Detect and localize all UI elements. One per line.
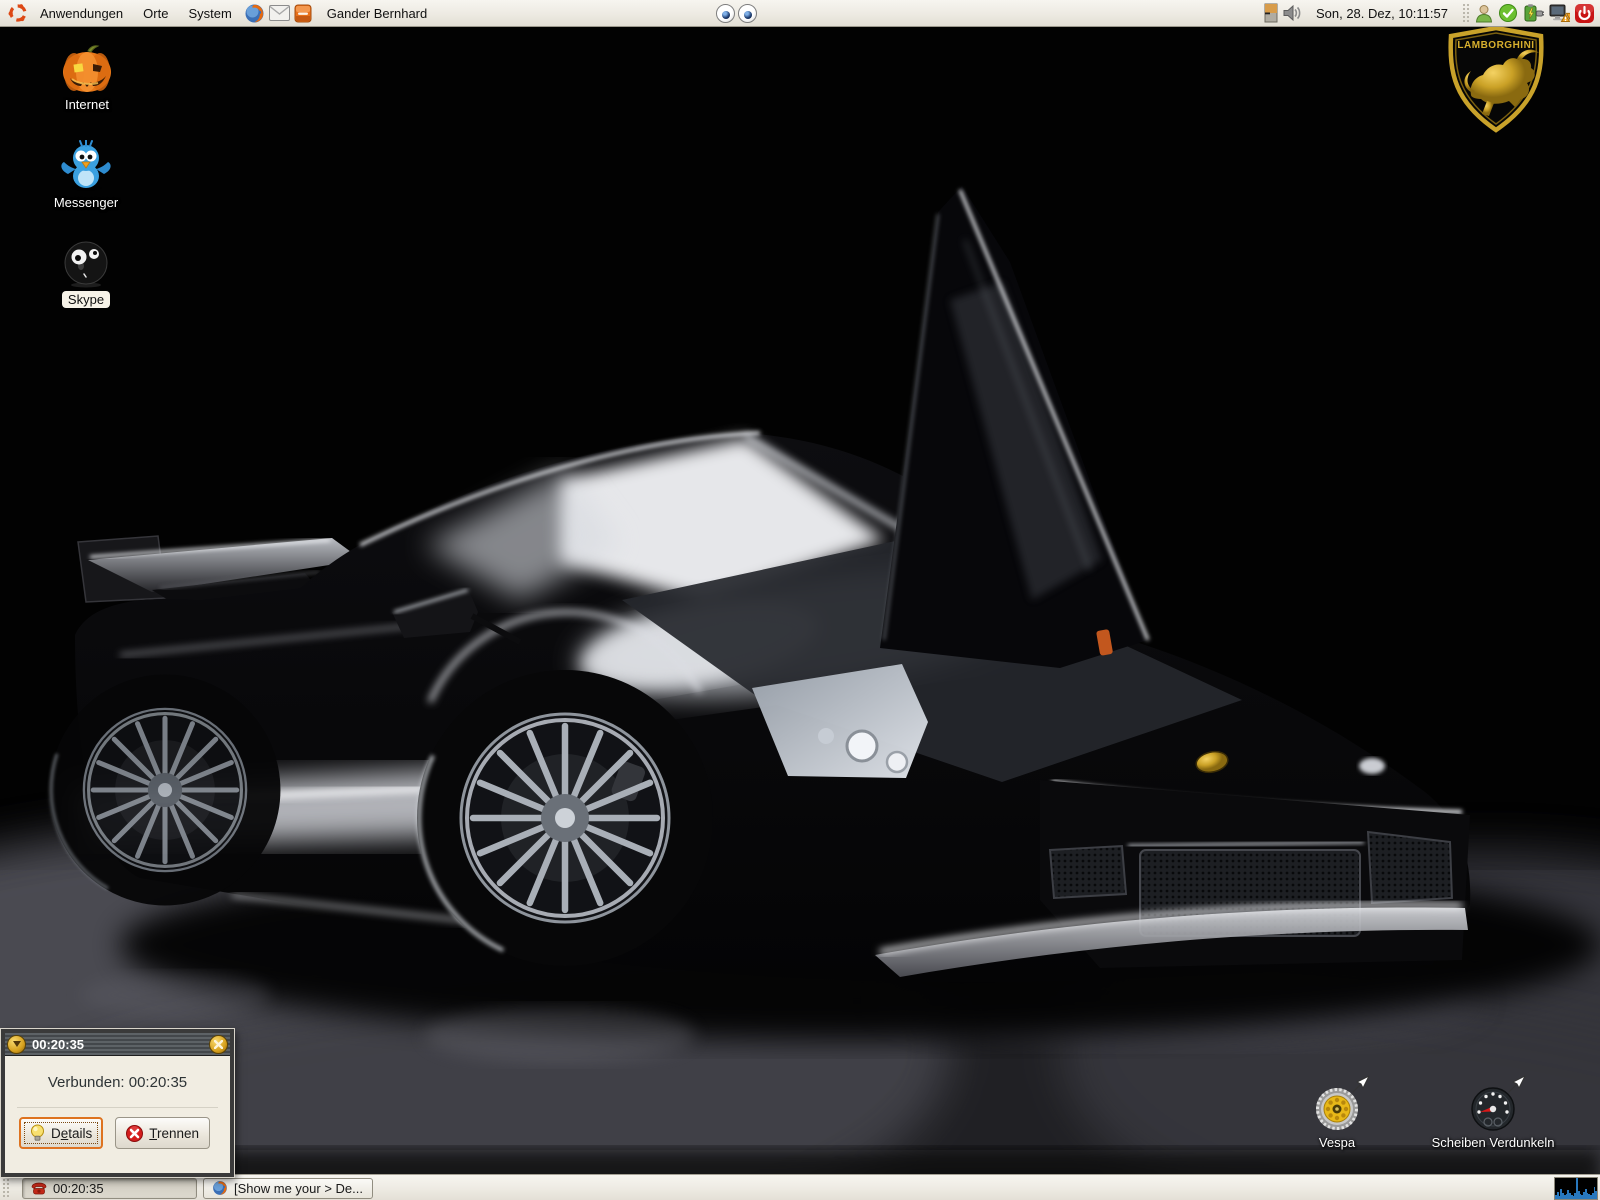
menu-anwendungen[interactable]: Anwendungen xyxy=(30,1,133,26)
ubuntu-logo-icon[interactable] xyxy=(8,3,28,23)
rollup-button[interactable] xyxy=(7,1035,26,1054)
task-label: [Show me your > De... xyxy=(234,1181,363,1196)
power-button-icon[interactable] xyxy=(1574,3,1595,24)
battery-charging-icon[interactable] xyxy=(1522,3,1544,23)
firefox-icon xyxy=(212,1180,228,1196)
desktop-icon-internet[interactable]: Internet xyxy=(32,42,142,112)
top-panel-right: Son, 28. Dez, 10:11:57 xyxy=(1262,0,1600,26)
eye-right-icon xyxy=(738,4,757,23)
mail-launcher-icon[interactable] xyxy=(269,5,290,21)
rollup-triangle-icon xyxy=(13,1041,21,1047)
network-warning-icon[interactable] xyxy=(1548,3,1570,23)
connection-status-text: Verbunden: 00:20:35 xyxy=(15,1074,220,1091)
details-button[interactable]: Details xyxy=(19,1117,103,1149)
bottom-panel: 00:20:35 [Show me your > De... xyxy=(0,1174,1600,1200)
taskbar-item-timer[interactable]: 00:20:35 xyxy=(22,1178,197,1199)
lightbulb-icon xyxy=(30,1124,45,1142)
dialog-body: Verbunden: 00:20:35 Details xyxy=(5,1056,230,1149)
pumpkin-icon xyxy=(60,42,114,94)
telephone-icon xyxy=(31,1182,47,1195)
skype-status-icon[interactable] xyxy=(1498,3,1518,23)
menu-system[interactable]: System xyxy=(178,1,241,26)
desktop-icon-label: Internet xyxy=(65,97,109,112)
wallpaper-lamborghini: LAMBORGHINI xyxy=(0,0,1600,1200)
launcher-arrow-icon xyxy=(1504,1073,1528,1097)
disconnect-icon xyxy=(126,1125,143,1142)
close-icon xyxy=(214,1040,223,1049)
clock[interactable]: Son, 28. Dez, 10:11:57 xyxy=(1316,6,1448,21)
desktop-icon-label: Vespa xyxy=(1319,1135,1355,1150)
desktop-icon-skype[interactable]: Skype xyxy=(31,240,141,308)
package-launcher-icon[interactable] xyxy=(294,3,312,23)
timer-dialog-window: 00:20:35 Verbunden: 00:20:35 Details xyxy=(1,1029,234,1177)
desktop-icon-label-selected: Skype xyxy=(62,291,110,308)
top-panel-left: Anwendungen Orte System xyxy=(0,1,431,26)
desktop-icon-scheiben-verdunkeln[interactable]: Scheiben Verdunkeln xyxy=(1418,1086,1568,1150)
system-monitor-applet[interactable] xyxy=(1554,1177,1598,1200)
user-menu[interactable]: Gander Bernhard xyxy=(323,1,431,26)
menu-orte[interactable]: Orte xyxy=(133,1,178,26)
eyes-applet[interactable] xyxy=(716,4,757,23)
tray-grip[interactable] xyxy=(1462,3,1470,23)
panel-grip[interactable] xyxy=(2,1178,10,1198)
desktop-screen: LAMBORGHINI Anwendungen Orte System xyxy=(0,0,1600,1200)
dialog-title: 00:20:35 xyxy=(32,1037,209,1052)
disconnect-button[interactable]: Trennen xyxy=(115,1117,210,1149)
volume-icon[interactable] xyxy=(1282,4,1302,22)
task-label: 00:20:35 xyxy=(53,1181,104,1196)
desktop-icon-messenger[interactable]: Messenger xyxy=(31,140,141,210)
firefox-launcher-icon[interactable] xyxy=(244,3,265,24)
gauge-icon xyxy=(1470,1086,1516,1132)
top-panel: Anwendungen Orte System xyxy=(0,0,1600,27)
skype-blob-icon xyxy=(61,240,111,288)
dialog-titlebar[interactable]: 00:20:35 xyxy=(5,1033,230,1056)
lamborghini-logo-text: LAMBORGHINI xyxy=(1457,40,1534,51)
user-status-icon[interactable] xyxy=(1474,3,1494,23)
disconnect-button-label: Trennen xyxy=(149,1126,199,1141)
desktop-icon-label: Messenger xyxy=(54,195,118,210)
blue-bird-icon xyxy=(58,140,114,192)
close-button[interactable] xyxy=(209,1035,228,1054)
eye-left-icon xyxy=(716,4,735,23)
desktop-icon-label: Scheiben Verdunkeln xyxy=(1432,1135,1555,1150)
desktop-icon-vespa[interactable]: Vespa xyxy=(1282,1086,1392,1150)
cpufreq-applet-icon[interactable] xyxy=(1264,3,1278,23)
wheel-icon xyxy=(1314,1086,1360,1132)
taskbar-item-firefox[interactable]: [Show me your > De... xyxy=(203,1178,373,1199)
details-button-label: Details xyxy=(51,1126,92,1141)
launcher-arrow-icon xyxy=(1348,1073,1372,1097)
